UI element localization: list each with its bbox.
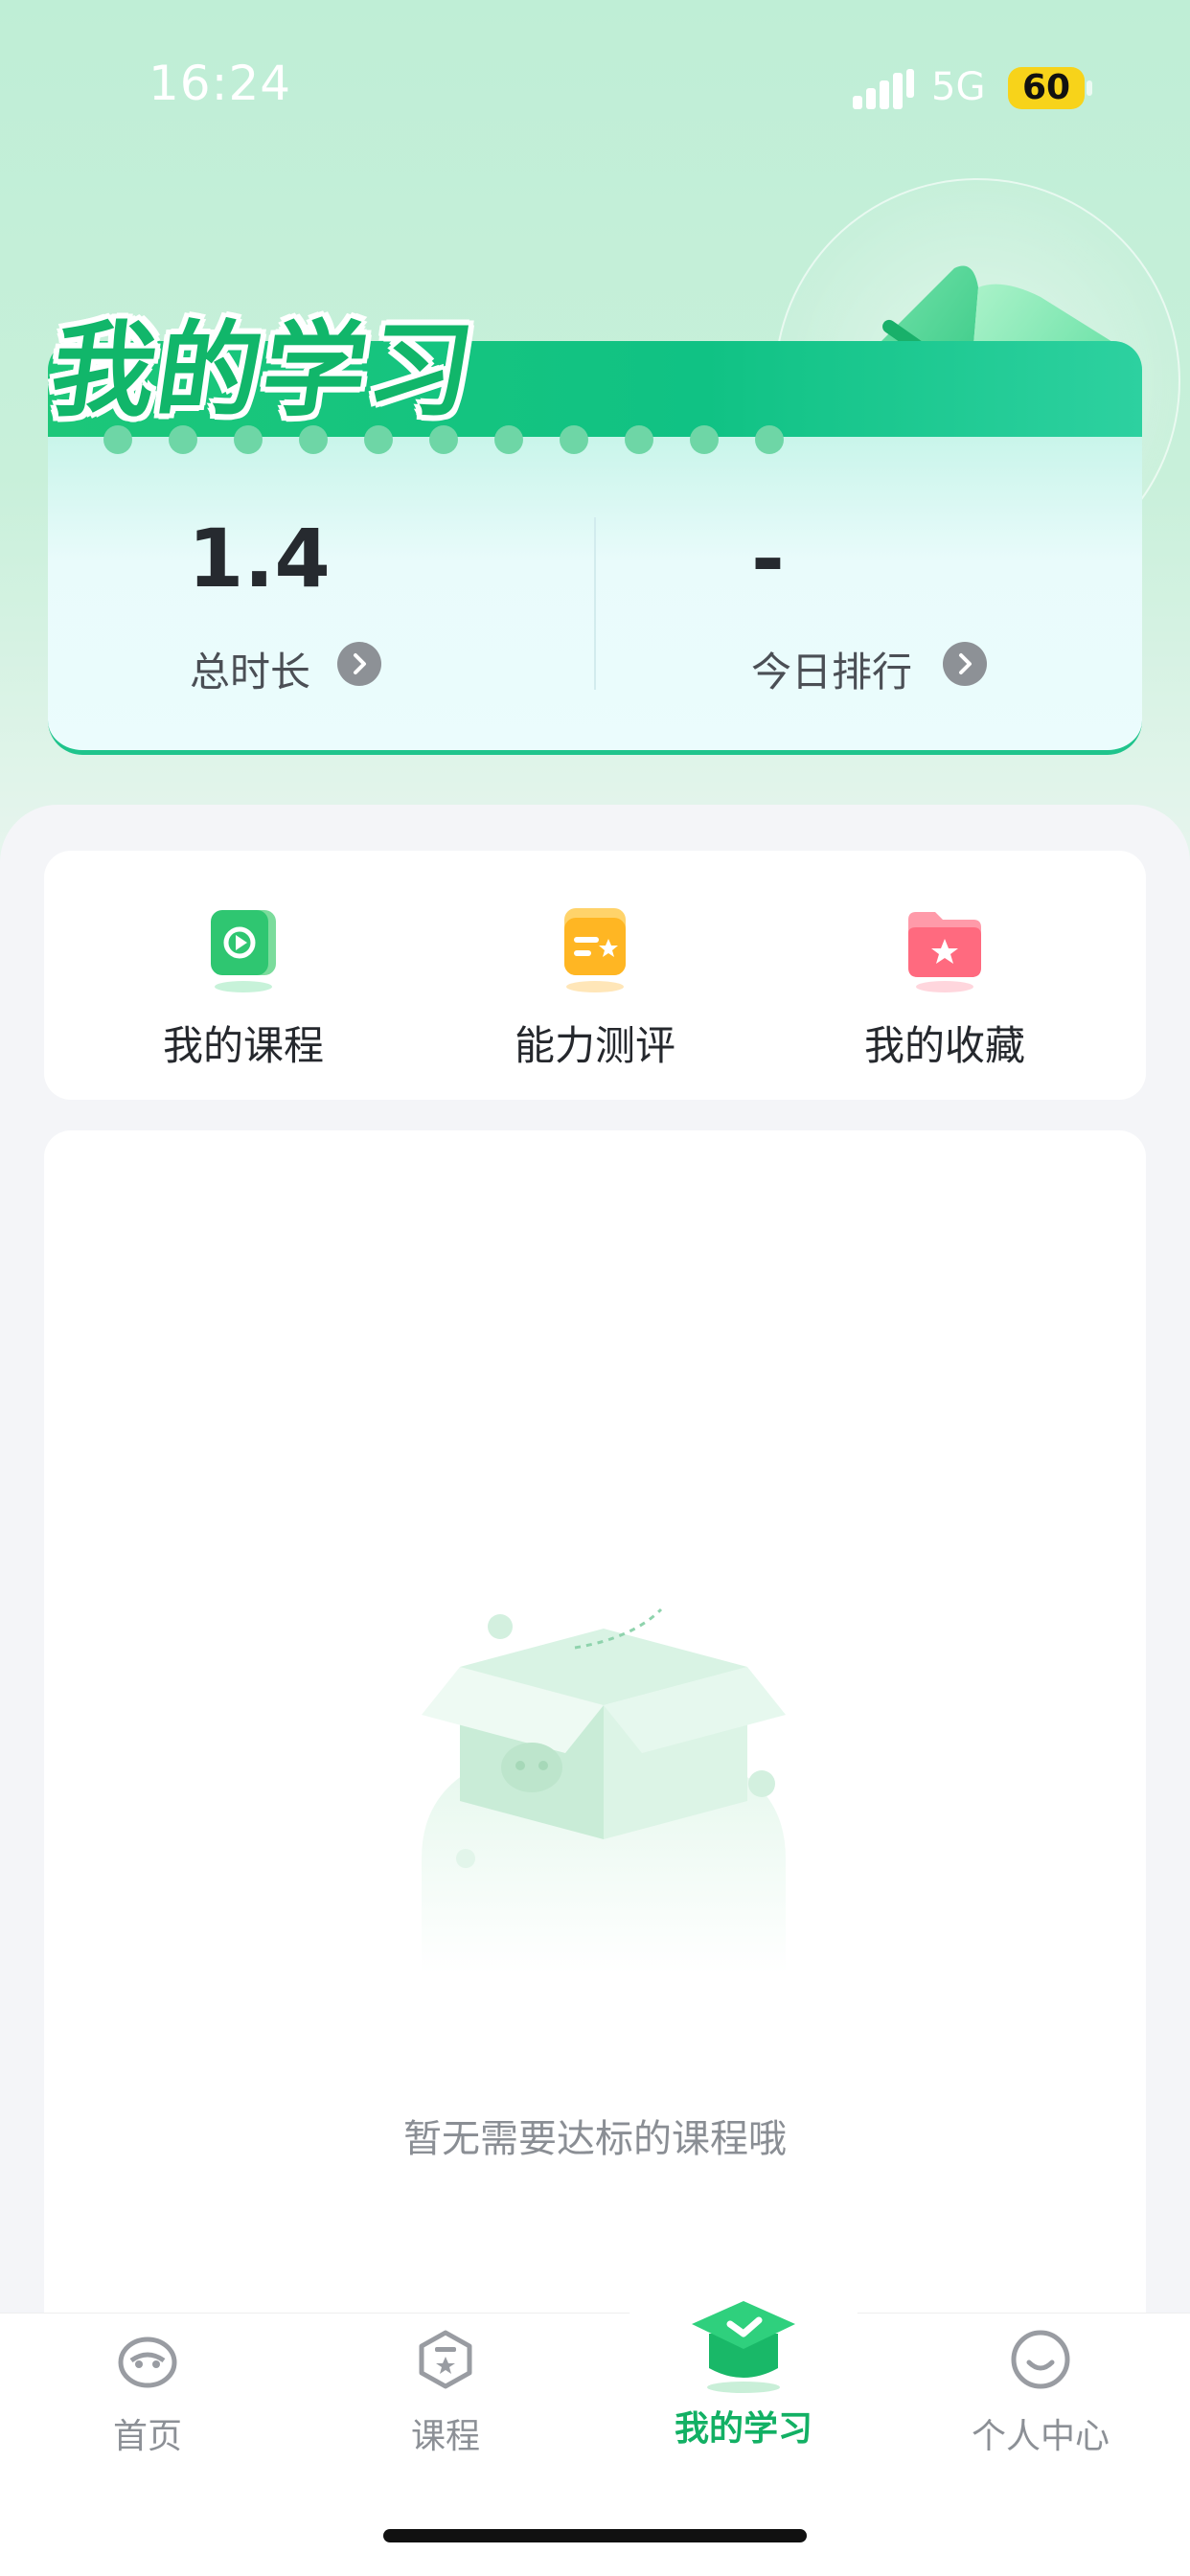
scallop-dot — [755, 425, 784, 454]
network-type: 5G — [931, 65, 986, 109]
tab-profile-label: 个人中心 — [971, 2417, 1110, 2456]
battery-tip — [1087, 80, 1092, 96]
status-time: 16:24 — [149, 56, 292, 111]
chevron-right-icon[interactable] — [943, 642, 987, 686]
tab-my-learning[interactable]: 我的学习 — [648, 2295, 839, 2451]
course-icon — [419, 2330, 472, 2389]
tab-profile[interactable]: 个人中心 — [945, 2328, 1136, 2458]
home-icon — [118, 2337, 177, 2388]
total-duration-value: 1.4 — [188, 512, 331, 605]
tab-home-label: 首页 — [112, 2417, 182, 2456]
stats-divider — [594, 517, 596, 690]
total-duration-label: 总时长 — [190, 649, 311, 695]
my-courses-button[interactable]: 我的课程 — [138, 900, 349, 1072]
my-favorites-button[interactable]: 我的收藏 — [839, 900, 1050, 1072]
scallop-dot — [494, 425, 523, 454]
my-favorites-label: 我的收藏 — [863, 1022, 1025, 1069]
chevron-right-icon[interactable] — [337, 642, 381, 686]
tab-my-learning-label: 我的学习 — [674, 2409, 812, 2449]
today-rank-value: - — [751, 512, 785, 605]
scallop-dot — [560, 425, 588, 454]
empty-box-icon — [422, 1607, 786, 1973]
signal-icon — [853, 69, 914, 109]
today-rank-label: 今日排行 — [751, 649, 913, 695]
scallop-dot — [690, 425, 719, 454]
ability-assessment-button[interactable]: 能力测评 — [490, 900, 700, 1072]
scallop-dot — [625, 425, 653, 454]
profile-icon — [1011, 2330, 1070, 2389]
ability-assessment-label: 能力测评 — [514, 1022, 675, 1069]
tab-home[interactable]: 首页 — [52, 2328, 243, 2458]
tab-courses-label: 课程 — [410, 2417, 480, 2456]
empty-state-text: 暂无需要达标的课程哦 — [403, 2117, 787, 2161]
graduation-cap-icon — [692, 2301, 795, 2393]
home-indicator — [383, 2529, 807, 2542]
page-title: 我的学习 — [43, 311, 483, 431]
my-courses-label: 我的课程 — [162, 1022, 324, 1069]
tab-courses[interactable]: 课程 — [350, 2328, 541, 2458]
battery-icon: 60 — [1008, 67, 1085, 109]
video-play-icon — [197, 900, 289, 992]
evaluation-icon — [549, 900, 641, 992]
favorite-folder-icon — [899, 900, 991, 992]
